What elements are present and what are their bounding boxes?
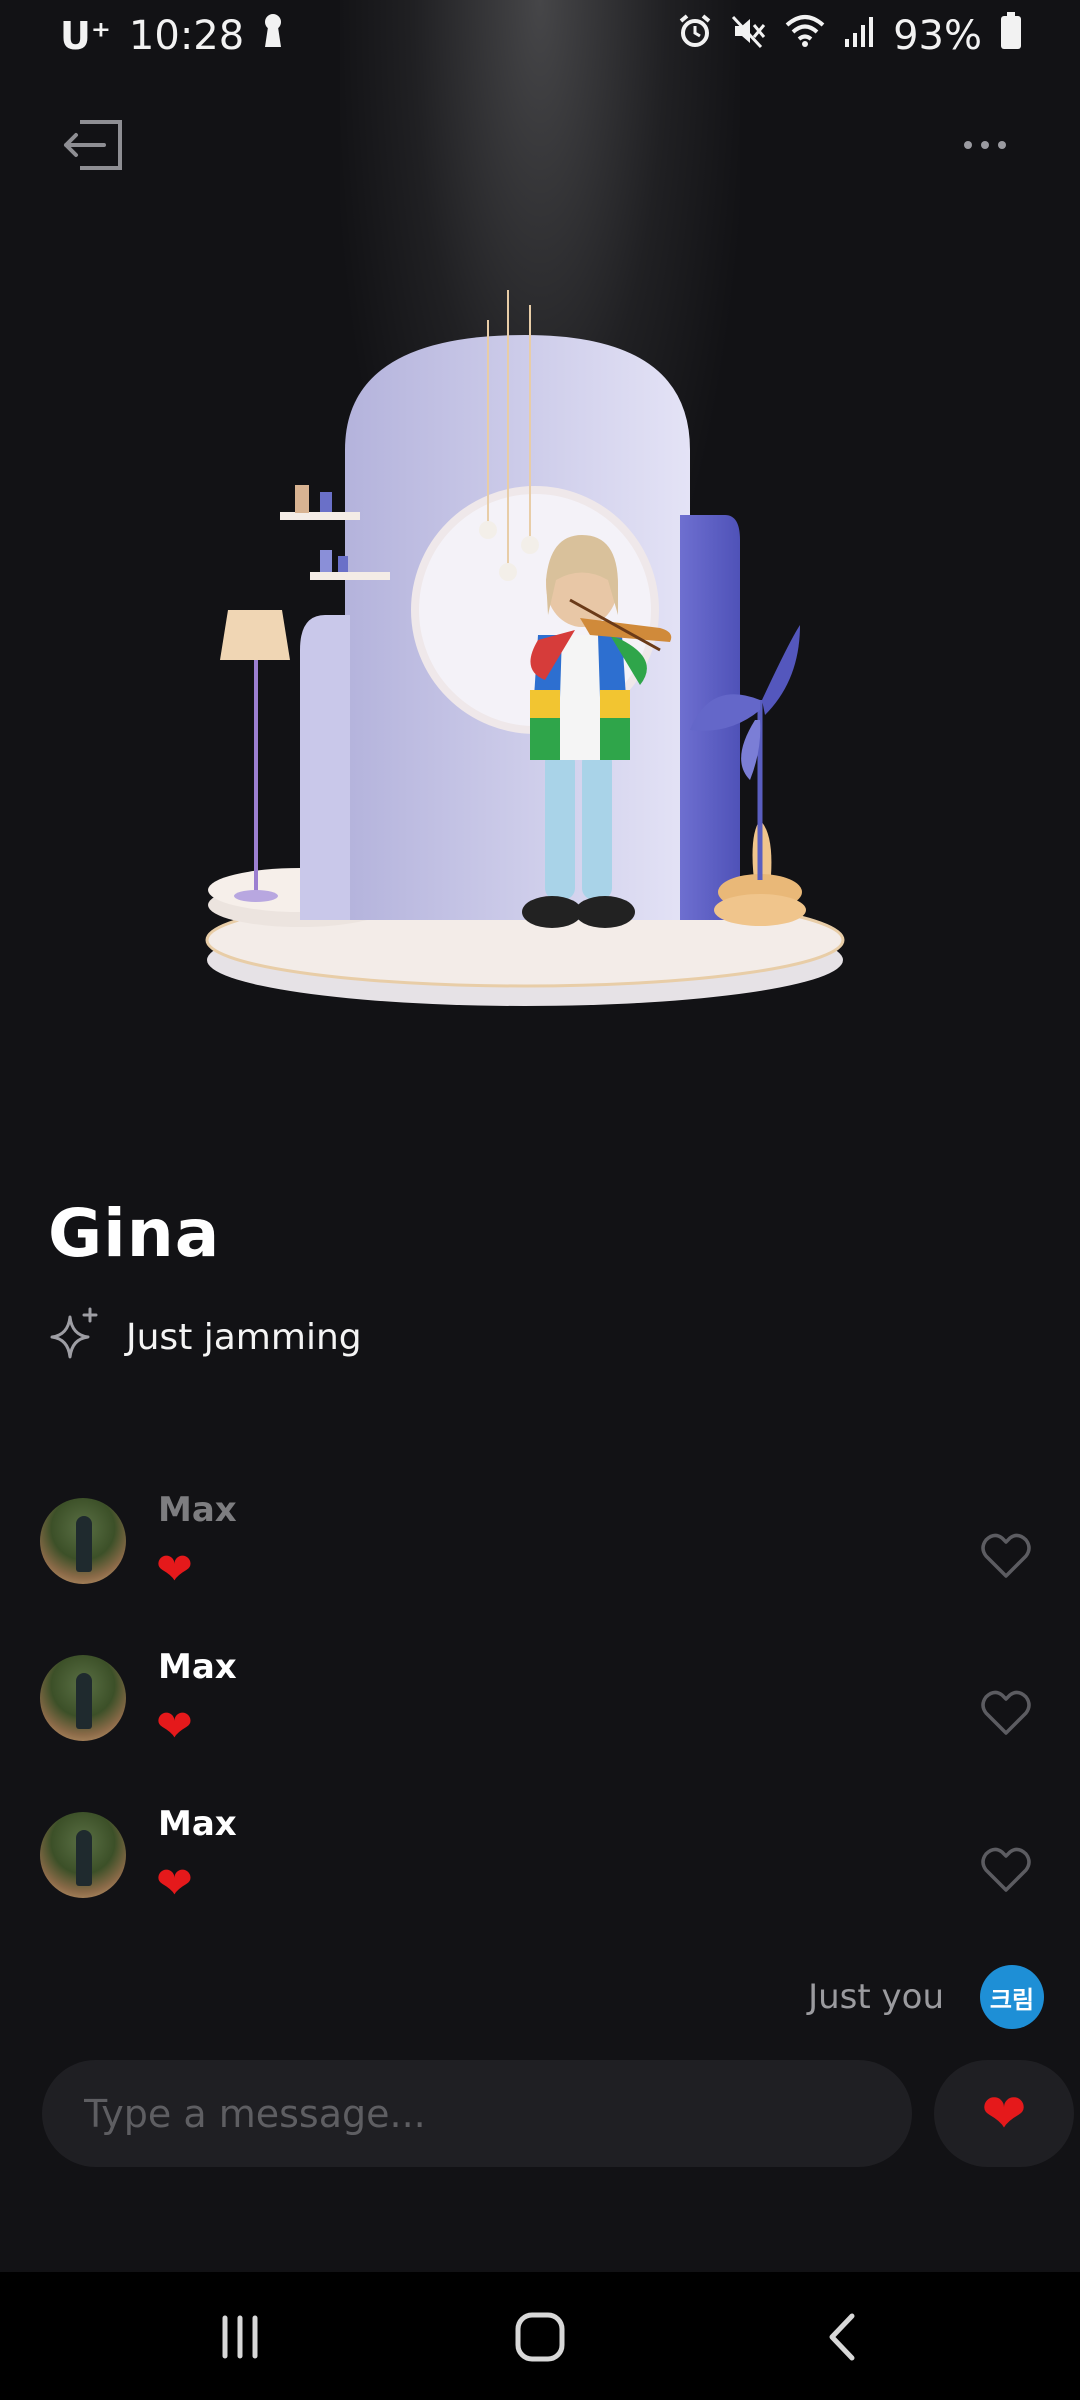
heart-outline-icon [981,1847,1031,1892]
status-text: Just jamming [126,1316,362,1358]
back-button[interactable] [808,2302,878,2372]
send-heart-button[interactable]: ❤ [934,2060,1074,2167]
wifi-icon [785,13,825,59]
more-options-icon [964,141,972,149]
top-bar [0,100,1080,190]
avatar[interactable] [40,1812,126,1898]
sender-name: Max [158,1804,237,1844]
viewers-indicator[interactable]: Just you 크림 [808,1965,1044,2029]
home-icon [515,2312,565,2362]
profile-name: Gina [48,1195,221,1272]
viewers-label: Just you [808,1977,944,2017]
battery-icon [1000,12,1022,60]
avatar[interactable] [40,1655,126,1741]
heart-icon: ❤ [981,2082,1027,2145]
like-button[interactable] [978,1528,1034,1584]
battery-percent: 93% [893,13,982,59]
heart-outline-icon [981,1533,1031,1578]
activity-list: Max ❤ Max ❤ Max ❤ [0,1490,1080,1961]
like-button[interactable] [978,1842,1034,1898]
list-item: Max ❤ [0,1804,1080,1961]
list-item: Max ❤ [0,1490,1080,1647]
recent-apps-button[interactable] [205,2302,275,2372]
signal-icon [843,13,875,59]
avatar-room-illustration [190,280,870,1040]
more-options-button[interactable] [950,110,1020,180]
like-button[interactable] [978,1685,1034,1741]
heart-reaction-icon: ❤ [156,1858,193,1909]
carrier-label: U⁺ [60,14,111,58]
clock: 10:28 [128,13,245,59]
sparkle-icon [44,1305,104,1369]
exit-button[interactable] [58,110,128,180]
heart-outline-icon [981,1690,1031,1735]
heart-reaction-icon: ❤ [156,1544,193,1595]
back-icon [829,2313,855,2361]
message-composer [42,2060,912,2167]
home-button[interactable] [505,2302,575,2372]
message-input[interactable] [42,2060,912,2167]
list-item: Max ❤ [0,1647,1080,1804]
sender-name: Max [158,1490,237,1530]
avatar[interactable] [40,1498,126,1584]
exit-icon [64,120,122,170]
heart-reaction-icon: ❤ [156,1701,193,1752]
sender-name: Max [158,1647,237,1687]
status-left: U⁺ 10:28 [60,13,284,59]
navigation-bar [0,2272,1080,2400]
keyhole-icon [262,13,284,59]
recent-apps-icon [222,2315,258,2359]
profile-status: Just jamming [44,1305,362,1369]
viewer-badge: 크림 [980,1965,1044,2029]
